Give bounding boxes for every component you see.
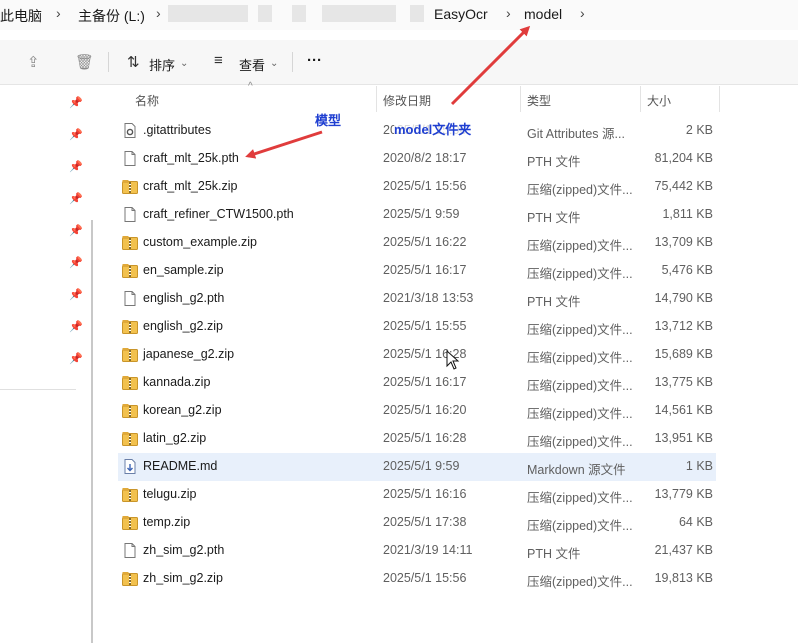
annotation-overlay: [245, 25, 531, 159]
mouse-cursor-icon: [446, 350, 460, 370]
annotation-folder-label: model文件夹: [394, 119, 472, 138]
arrow-to-model-file: [245, 130, 323, 159]
annotation-model-label: 模型: [315, 113, 342, 128]
arrow-to-model-folder: [450, 25, 531, 106]
